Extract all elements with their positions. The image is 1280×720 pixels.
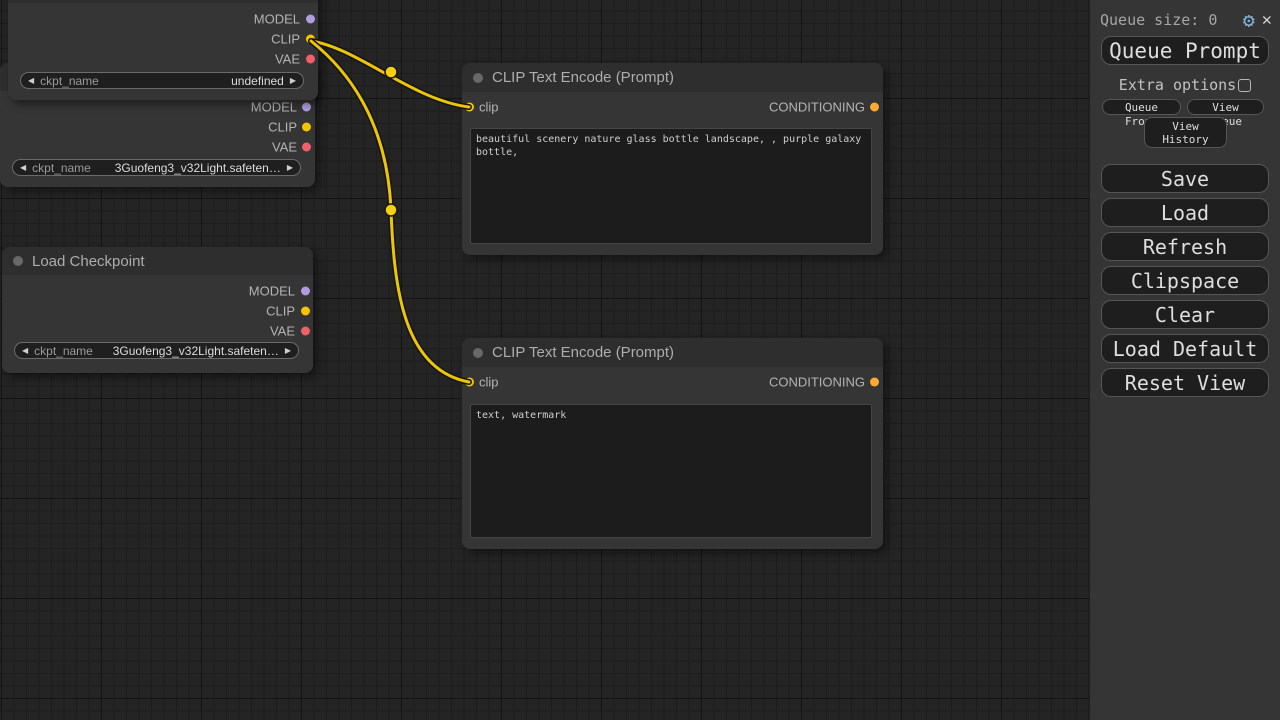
conditioning-output-port[interactable] bbox=[870, 378, 879, 387]
extra-options-checkbox[interactable] bbox=[1238, 79, 1251, 92]
output-label-conditioning: CONDITIONING bbox=[769, 375, 865, 390]
load-default-button[interactable]: Load Default bbox=[1101, 334, 1269, 363]
output-label-vae: VAE bbox=[272, 140, 297, 155]
widget-name: ckpt_name bbox=[32, 161, 91, 175]
view-history-button[interactable]: View History bbox=[1144, 117, 1227, 148]
vae-output-port[interactable] bbox=[302, 143, 311, 152]
link-clip-to-positive bbox=[311, 41, 469, 107]
output-label-clip: CLIP bbox=[271, 32, 300, 47]
combo-prev-icon[interactable]: ◀ bbox=[20, 164, 26, 172]
node-load-checkpoint-top[interactable]: MODEL CLIP VAE ◀ ckpt_name undefined ▶ bbox=[8, 0, 318, 100]
combo-prev-icon[interactable]: ◀ bbox=[22, 347, 28, 355]
queue-front-button[interactable]: Queue Front bbox=[1102, 99, 1181, 115]
output-label-conditioning: CONDITIONING bbox=[769, 100, 865, 115]
clip-output-port[interactable] bbox=[301, 307, 310, 316]
combo-next-icon[interactable]: ▶ bbox=[287, 164, 293, 172]
widget-value: 3Guofeng3_v32Light.safeten… bbox=[97, 161, 281, 175]
combo-prev-icon[interactable]: ◀ bbox=[28, 77, 34, 85]
ckpt-name-combo-widget[interactable]: ◀ ckpt_name 3Guofeng3_v32Light.safeten… … bbox=[12, 159, 301, 176]
vae-output-port[interactable] bbox=[301, 327, 310, 336]
menu-header: Queue size: 0 ⚙ ✕ bbox=[1100, 8, 1272, 32]
input-label-clip: clip bbox=[479, 100, 499, 115]
link-clip-to-negative bbox=[311, 41, 469, 382]
output-label-clip: CLIP bbox=[268, 120, 297, 135]
extra-options-row: Extra options bbox=[1090, 76, 1280, 94]
output-label-model: MODEL bbox=[249, 284, 295, 299]
output-label-vae: VAE bbox=[275, 52, 300, 67]
node-title-bar[interactable]: CLIP Text Encode (Prompt) bbox=[462, 338, 883, 367]
node-graph-canvas[interactable]: MODEL CLIP VAE ◀ ckpt_name 3Guofeng3_v32… bbox=[0, 0, 1280, 720]
node-load-checkpoint[interactable]: Load Checkpoint MODEL CLIP VAE ◀ ckpt_na… bbox=[2, 247, 313, 373]
input-label-clip: clip bbox=[479, 375, 499, 390]
model-output-port[interactable] bbox=[306, 15, 315, 24]
clipspace-button[interactable]: Clipspace bbox=[1101, 266, 1269, 295]
reset-view-button[interactable]: Reset View bbox=[1101, 368, 1269, 397]
clip-input-port[interactable] bbox=[465, 103, 474, 112]
clip-input-port[interactable] bbox=[465, 378, 474, 387]
widget-value: undefined bbox=[105, 74, 284, 88]
collapse-dot-icon[interactable] bbox=[473, 73, 483, 83]
view-queue-button[interactable]: View Queue bbox=[1187, 99, 1264, 115]
output-label-vae: VAE bbox=[270, 324, 295, 339]
refresh-button[interactable]: Refresh bbox=[1101, 232, 1269, 261]
model-output-port[interactable] bbox=[301, 287, 310, 296]
model-output-port[interactable] bbox=[302, 103, 311, 112]
link-midpoint-dot bbox=[385, 204, 397, 216]
positive-prompt-textarea[interactable]: beautiful scenery nature glass bottle la… bbox=[470, 128, 872, 244]
conditioning-output-port[interactable] bbox=[870, 103, 879, 112]
output-label-model: MODEL bbox=[254, 12, 300, 27]
node-title: CLIP Text Encode (Prompt) bbox=[492, 344, 674, 361]
node-clip-text-encode-positive[interactable]: CLIP Text Encode (Prompt) clip CONDITION… bbox=[462, 63, 883, 255]
output-label-model: MODEL bbox=[251, 100, 297, 115]
combo-next-icon[interactable]: ▶ bbox=[285, 347, 291, 355]
widget-value: 3Guofeng3_v32Light.safeten… bbox=[99, 344, 279, 358]
node-clip-text-encode-negative[interactable]: CLIP Text Encode (Prompt) clip CONDITION… bbox=[462, 338, 883, 549]
collapse-dot-icon[interactable] bbox=[13, 256, 23, 266]
widget-name: ckpt_name bbox=[40, 74, 99, 88]
node-title-bar[interactable]: CLIP Text Encode (Prompt) bbox=[462, 63, 883, 92]
close-icon[interactable]: ✕ bbox=[1262, 12, 1272, 29]
node-title: CLIP Text Encode (Prompt) bbox=[492, 69, 674, 86]
queue-size-label: Queue size: 0 bbox=[1100, 11, 1236, 29]
save-button[interactable]: Save bbox=[1101, 164, 1269, 193]
clip-output-port[interactable] bbox=[306, 35, 315, 44]
vae-output-port[interactable] bbox=[306, 55, 315, 64]
ckpt-name-combo-widget[interactable]: ◀ ckpt_name 3Guofeng3_v32Light.safeten… … bbox=[14, 342, 299, 359]
node-title-bar[interactable]: Load Checkpoint bbox=[2, 247, 313, 275]
combo-next-icon[interactable]: ▶ bbox=[290, 77, 296, 85]
queue-prompt-button[interactable]: Queue Prompt bbox=[1101, 36, 1269, 65]
clip-output-port[interactable] bbox=[302, 123, 311, 132]
extra-options-label: Extra options bbox=[1119, 76, 1236, 94]
negative-prompt-textarea[interactable]: text, watermark bbox=[470, 404, 872, 538]
settings-gear-icon[interactable]: ⚙ bbox=[1243, 10, 1255, 30]
link-midpoint-dot bbox=[385, 66, 397, 78]
widget-name: ckpt_name bbox=[34, 344, 93, 358]
clear-button[interactable]: Clear bbox=[1101, 300, 1269, 329]
node-title: Load Checkpoint bbox=[32, 253, 145, 270]
ckpt-name-combo-widget[interactable]: ◀ ckpt_name undefined ▶ bbox=[20, 72, 304, 89]
node-title-bar[interactable] bbox=[8, 0, 318, 3]
load-button[interactable]: Load bbox=[1101, 198, 1269, 227]
collapse-dot-icon[interactable] bbox=[473, 348, 483, 358]
output-label-clip: CLIP bbox=[266, 304, 295, 319]
comfy-menu-panel: Queue size: 0 ⚙ ✕ Queue Prompt Extra opt… bbox=[1090, 0, 1280, 720]
